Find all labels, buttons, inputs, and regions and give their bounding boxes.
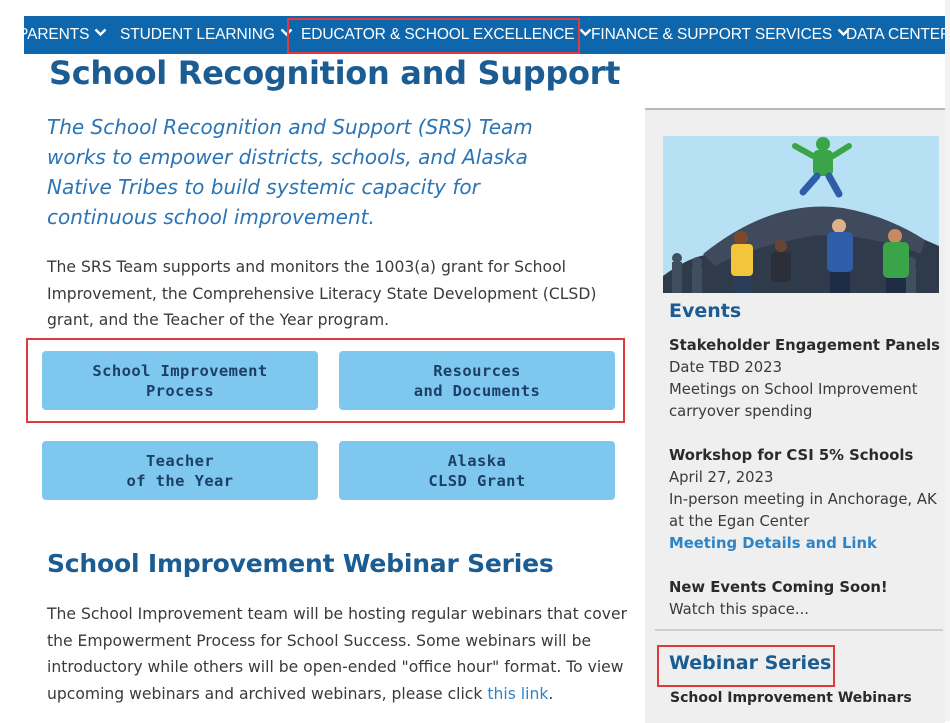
community-illustration <box>663 136 939 293</box>
nav-item-educator-school-excellence[interactable]: EDUCATOR & SCHOOL EXCELLENCE <box>301 16 592 54</box>
sidebar: Events Stakeholder Engagement Panels Dat… <box>645 108 945 723</box>
tile-label-line: Teacher <box>145 451 215 470</box>
webinar-text-end: . <box>548 684 554 703</box>
webinar-series-sidebar-heading: Webinar Series <box>669 652 832 674</box>
meeting-details-link[interactable]: Meeting Details and Link <box>669 535 877 552</box>
intro-lead-text: The School Recognition and Support (SRS)… <box>47 115 533 229</box>
events-heading: Events <box>669 300 742 322</box>
tile-label-line: School Improvement <box>92 361 268 380</box>
screenshot-frame: PARENTS STUDENT LEARNING EDUCATOR & SCHO… <box>0 0 950 723</box>
teacher-of-the-year-button[interactable]: Teacher of the Year <box>42 441 318 500</box>
nav-item-student-learning[interactable]: STUDENT LEARNING <box>120 16 293 54</box>
tile-label-line: Alaska <box>447 451 507 470</box>
webinar-series-subtitle: School Improvement Webinars <box>670 690 912 706</box>
chevron-down-icon <box>95 29 107 37</box>
webinar-series-heading: School Improvement Webinar Series <box>47 549 554 578</box>
event-description: Watch this space... <box>669 601 809 618</box>
resources-and-documents-button[interactable]: Resources and Documents <box>339 351 615 410</box>
event-title: Stakeholder Engagement Panels <box>669 337 940 354</box>
event-date: April 27, 2023 <box>669 469 774 486</box>
nav-label: DATA CENTER <box>846 26 950 43</box>
intro-body-text: The SRS Team supports and monitors the 1… <box>47 258 597 329</box>
event-item: New Events Coming Soon! Watch this space… <box>669 577 945 621</box>
this-link[interactable]: this link <box>487 685 548 703</box>
nav-item-finance-support-services[interactable]: FINANCE & SUPPORT SERVICES <box>591 16 850 54</box>
nav-label: FINANCE & SUPPORT SERVICES <box>591 26 833 43</box>
nav-item-parents[interactable]: PARENTS <box>24 16 107 54</box>
page-title: School Recognition and Support <box>49 54 621 92</box>
event-description: In-person meeting in Anchorage, AK at th… <box>669 491 937 530</box>
nav-label: STUDENT LEARNING <box>120 26 275 43</box>
event-item: Workshop for CSI 5% Schools April 27, 20… <box>669 445 945 555</box>
event-item: Stakeholder Engagement Panels Date TBD 2… <box>669 335 945 423</box>
sidebar-divider <box>655 629 943 631</box>
window-edge <box>945 0 950 721</box>
event-title: New Events Coming Soon! <box>669 579 888 596</box>
event-title: Workshop for CSI 5% Schools <box>669 447 914 464</box>
tile-label-line: CLSD Grant <box>428 471 526 490</box>
tile-label-line: of the Year <box>126 471 234 490</box>
chevron-down-icon <box>280 29 293 37</box>
top-navigation: PARENTS STUDENT LEARNING EDUCATOR & SCHO… <box>24 16 950 54</box>
alaska-clsd-grant-button[interactable]: Alaska CLSD Grant <box>339 441 615 500</box>
nav-item-data-center[interactable]: DATA CENTER <box>846 16 950 54</box>
tile-label-line: Process <box>145 381 215 400</box>
webinar-description: The School Improvement team will be host… <box>47 601 632 707</box>
school-improvement-process-button[interactable]: School Improvement Process <box>42 351 318 410</box>
event-description: Meetings on School Improvement carryover… <box>669 381 918 420</box>
event-date: Date TBD 2023 <box>669 359 783 376</box>
nav-label: EDUCATOR & SCHOOL EXCELLENCE <box>301 26 575 43</box>
nav-label: PARENTS <box>24 26 90 43</box>
tile-label-line: and Documents <box>413 381 541 400</box>
tile-label-line: Resources <box>433 361 521 380</box>
